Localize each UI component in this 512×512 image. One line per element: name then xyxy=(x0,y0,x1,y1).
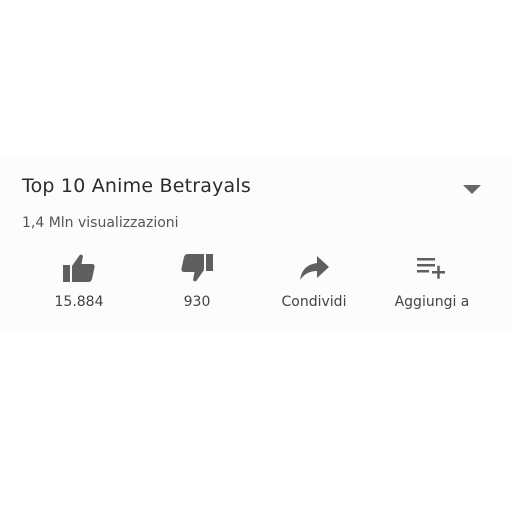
share-label: Condividi xyxy=(281,294,347,310)
share-icon xyxy=(298,250,330,286)
thumbs-up-icon xyxy=(62,250,96,286)
chevron-down-icon xyxy=(463,185,481,194)
thumbs-down-icon xyxy=(180,250,214,286)
expand-description-button[interactable] xyxy=(462,181,482,194)
like-button[interactable]: 15.884 xyxy=(19,250,139,310)
action-bar: 15.884 930 Condividi Aggiungi a xyxy=(0,250,512,320)
dislike-button[interactable]: 930 xyxy=(137,250,257,310)
add-to-playlist-button[interactable]: Aggiungi a xyxy=(372,250,492,310)
share-button[interactable]: Condividi xyxy=(254,250,374,310)
video-title: Top 10 Anime Betrayals xyxy=(22,175,251,197)
add-to-label: Aggiungi a xyxy=(394,294,470,310)
view-count: 1,4 Mln visualizzazioni xyxy=(22,215,179,231)
playlist-add-icon xyxy=(416,250,448,286)
dislike-count: 930 xyxy=(183,294,211,310)
like-count: 15.884 xyxy=(54,294,104,310)
video-info-panel: Top 10 Anime Betrayals 1,4 Mln visualizz… xyxy=(0,158,512,334)
